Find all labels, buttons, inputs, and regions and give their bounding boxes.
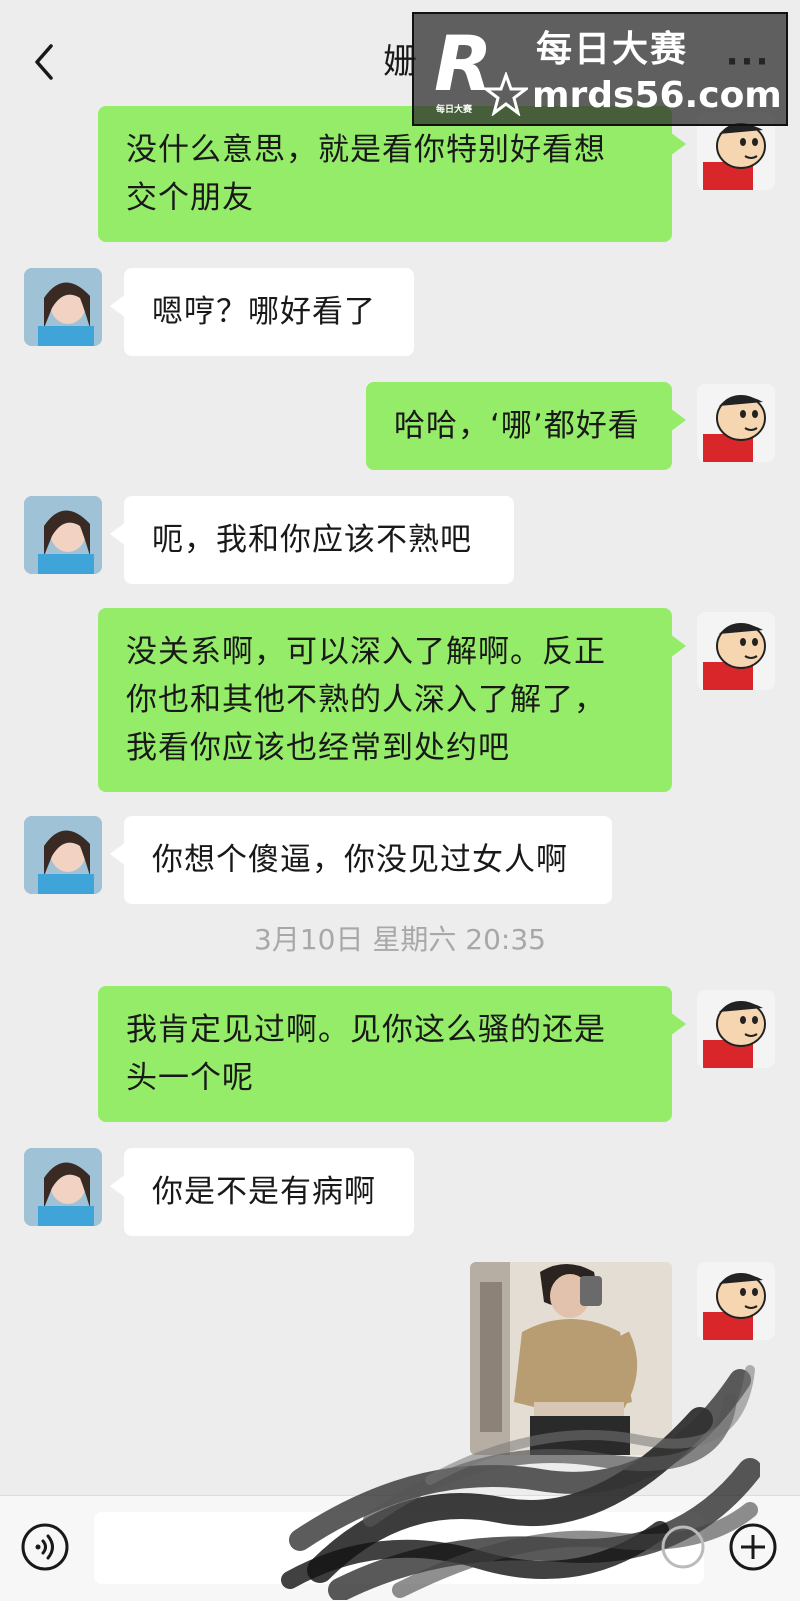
emoji-button[interactable] [660, 1524, 706, 1570]
message-text-line: 我肯定见过啊。见你这么骚的还是 [126, 1012, 606, 1048]
message-list: 没什么意思，就是看你特别好看想 交个朋友 嗯哼？哪好看了 哈哈，‘哪’都好看 呃… [0, 0, 800, 1495]
message-bubble-other[interactable]: 嗯哼？哪好看了 [110, 268, 414, 356]
message-bubble-other[interactable]: 你是不是有病啊 [110, 1148, 414, 1236]
more-functions-button[interactable] [728, 1522, 778, 1572]
voice-button[interactable] [20, 1522, 70, 1572]
emoji-icon [661, 1525, 705, 1569]
message-text-line: 你是不是有病啊 [152, 1174, 376, 1210]
message-text-line: 我看你应该也经常到处约吧 [126, 730, 510, 766]
message-text-line: 没关系啊，可以深入了解啊。反正 [126, 634, 606, 670]
self-avatar[interactable] [697, 612, 775, 690]
cartoon-avatar-icon [703, 1273, 766, 1340]
self-avatar[interactable] [697, 1262, 775, 1340]
watermark: R 每日大赛 每日大赛 mrds56.com [412, 12, 788, 126]
voice-icon [21, 1523, 69, 1571]
message-text-line: 交个朋友 [126, 180, 254, 216]
message-bubble-other[interactable]: 你想个傻逼，你没见过女人啊 [110, 816, 612, 904]
photo-message[interactable] [470, 1262, 672, 1455]
contact-photo-icon [24, 496, 102, 574]
contact-photo-icon [24, 816, 102, 894]
contact-photo-icon [24, 1148, 102, 1226]
message-bubble-other[interactable]: 呃，我和你应该不熟吧 [110, 496, 514, 584]
message-bubble-self[interactable]: 哈哈，‘哪’都好看 [366, 382, 686, 470]
self-avatar[interactable] [697, 384, 775, 462]
message-timestamp: 3月10日 星期六 20:35 [254, 923, 546, 956]
message-text-line: 头一个呢 [126, 1060, 254, 1096]
watermark-domain: mrds56.com [532, 75, 782, 116]
message-text-line: 嗯哼？哪好看了 [152, 294, 376, 330]
watermark-name: 每日大赛 [536, 29, 689, 70]
contact-avatar[interactable] [24, 816, 102, 894]
contact-avatar[interactable] [24, 268, 102, 346]
self-avatar[interactable] [697, 990, 775, 1068]
message-bubble-self[interactable]: 没关系啊，可以深入了解啊。反正 你也和其他不熟的人深入了解了， 我看你应该也经常… [98, 608, 686, 792]
message-text-line: 没什么意思，就是看你特别好看想 [126, 132, 606, 168]
message-text-line: 呃，我和你应该不熟吧 [152, 522, 472, 558]
star-icon [484, 72, 528, 116]
message-text-line: 你想个傻逼，你没见过女人啊 [152, 842, 568, 878]
message-text-line: 哈哈，‘哪’都好看 [394, 408, 640, 444]
watermark-logo-tag: 每日大赛 [436, 105, 473, 115]
cartoon-avatar-icon [703, 623, 766, 690]
contact-photo-icon [24, 268, 102, 346]
message-bubble-self[interactable]: 没什么意思，就是看你特别好看想 交个朋友 [98, 106, 686, 242]
contact-avatar[interactable] [24, 1148, 102, 1226]
watermark-logo: R 每日大赛 [428, 20, 528, 118]
photo-thumbnail-icon [470, 1262, 672, 1455]
contact-avatar[interactable] [24, 496, 102, 574]
message-bubble-self[interactable]: 我肯定见过啊。见你这么骚的还是 头一个呢 [98, 986, 686, 1122]
cartoon-avatar-icon [703, 395, 766, 462]
input-bar [0, 1495, 800, 1601]
message-text-line: 你也和其他不熟的人深入了解了， [126, 682, 606, 718]
cartoon-avatar-icon [703, 1001, 766, 1068]
message-input[interactable] [94, 1512, 704, 1584]
plus-icon [729, 1523, 777, 1571]
